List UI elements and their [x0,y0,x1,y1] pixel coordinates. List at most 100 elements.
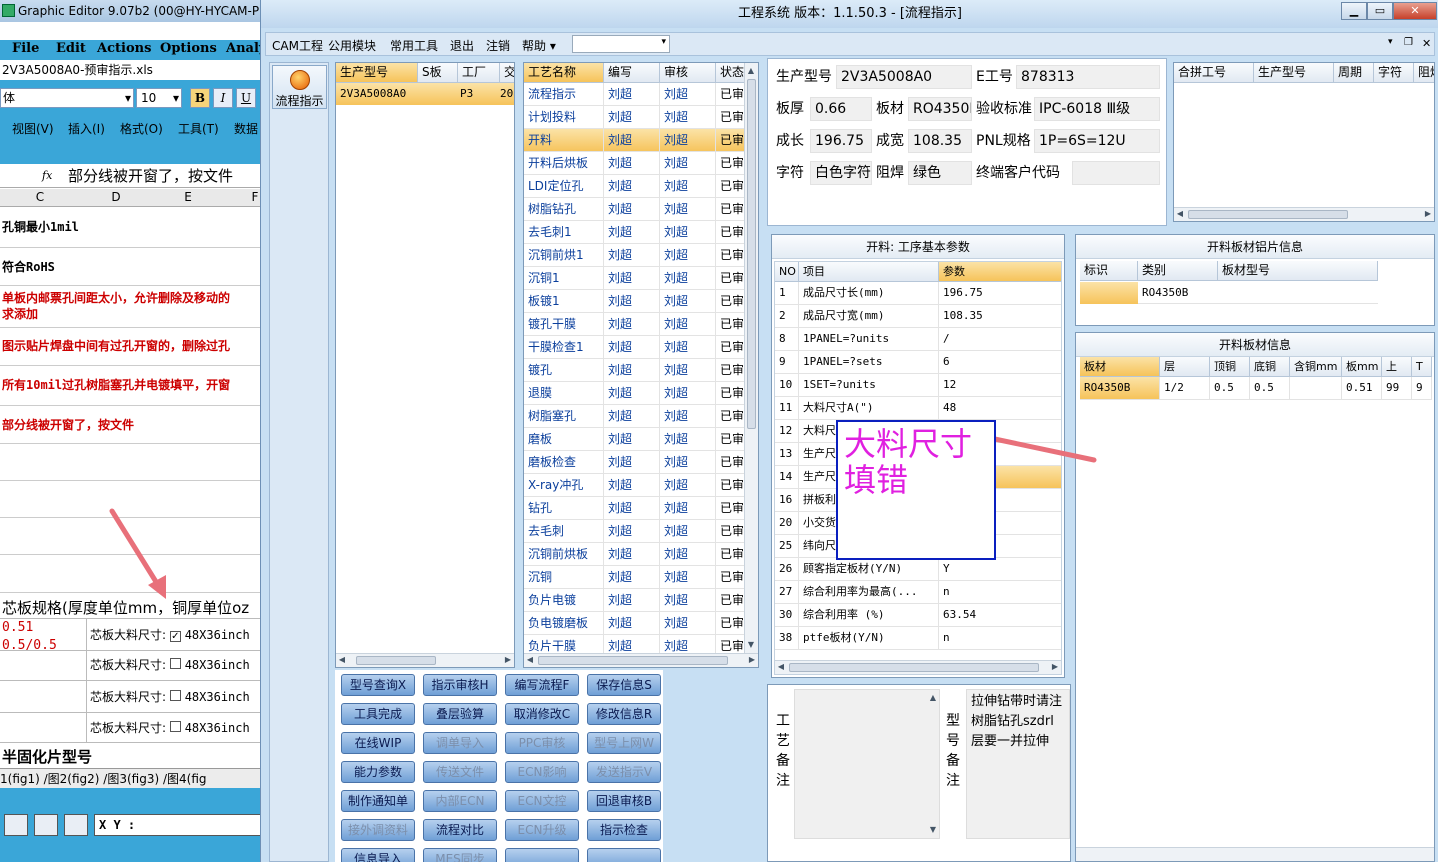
board-col-header[interactable]: 板材 [1080,357,1160,377]
table-row[interactable]: 钻孔 刘超 刘超 已审 [524,497,746,520]
category-cell[interactable]: RO4350B [1138,282,1218,304]
scroll-thumb[interactable] [789,663,1039,672]
scroll-right-icon[interactable]: ▶ [1422,208,1434,220]
board-col-header[interactable]: 上 [1382,357,1412,377]
action-button[interactable]: 取消修改C [505,703,579,725]
category-col-header[interactable]: 类别 [1138,261,1218,281]
scroll-thumb[interactable] [356,656,436,665]
grid-icon[interactable] [64,814,88,836]
board-cell[interactable] [1290,377,1342,400]
scroll-left-icon[interactable]: ◀ [1174,208,1186,220]
menu-edit[interactable]: Edit [56,41,86,56]
e-no-field[interactable]: 878313 [1016,65,1160,89]
scroll-thumb[interactable] [747,79,756,429]
window-titlebar[interactable]: 工程系统 版本：1.1.50.3 - [流程指示] [261,0,1438,28]
delivery-col-header[interactable]: 交 [500,63,514,83]
action-button[interactable]: PPC审核 [505,732,579,754]
column-header-e[interactable]: E [158,190,218,204]
table-row[interactable]: 开料 刘超 刘超 已审 [524,129,746,152]
menu-tools[interactable]: 工具(T) [178,120,219,137]
checkbox[interactable] [169,721,181,732]
s-board-col-header[interactable]: S板 [418,63,458,83]
table-row[interactable]: 负片电镀 刘超 刘超 已审 [524,589,746,612]
measure-icon[interactable] [34,814,58,836]
author-header[interactable]: 编写 [604,63,660,83]
table-row[interactable]: 沉铜1 刘超 刘超 已审 [524,267,746,290]
menu-view[interactable]: 视图(V) [12,120,54,137]
scroll-right-icon[interactable]: ▶ [502,654,514,666]
action-button[interactable]: 内部ECN [423,790,497,812]
close-icon[interactable]: ✕ [1393,2,1437,20]
table-row[interactable]: 退膜 刘超 刘超 已审 [524,382,746,405]
horizontal-scrollbar[interactable]: ◀ ▶ [775,660,1061,674]
table-row[interactable]: 树脂钻孔 刘超 刘超 已审 [524,198,746,221]
param-value-cell[interactable]: / [939,328,1061,351]
param-value-cell[interactable]: Y [939,558,1061,581]
action-button[interactable]: 信息导入 [341,848,415,862]
action-button[interactable]: 在线WIP [341,732,415,754]
table-row[interactable]: 2V3A5008A0 P3 20 [336,83,514,105]
horizontal-scrollbar[interactable]: ◀ ▶ [1174,207,1434,221]
horizontal-scrollbar[interactable] [1076,847,1434,861]
menu-actions[interactable]: Actions [97,41,151,56]
table-row[interactable]: 沉铜前烘板 刘超 刘超 已审 [524,543,746,566]
scroll-up-icon[interactable]: ▲ [745,65,757,77]
scroll-left-icon[interactable]: ◀ [336,654,348,666]
table-row[interactable]: 沉铜前烘1 刘超 刘超 已审 [524,244,746,267]
action-button[interactable]: 回退审核B [587,790,661,812]
action-button[interactable]: 叠层验算 [423,703,497,725]
column-header-f[interactable]: F [240,190,262,204]
board-col-header[interactable]: 底铜 [1250,357,1290,377]
scroll-down-icon[interactable]: ▼ [745,639,757,651]
table-row[interactable]: 磨板检查 刘超 刘超 已审 [524,451,746,474]
board-cell[interactable]: 99 [1382,377,1412,400]
table-row[interactable]: 镀孔 刘超 刘超 已审 [524,359,746,382]
thickness-field[interactable]: 0.66 [810,97,872,121]
param-value-cell[interactable]: 6 [939,351,1061,374]
scroll-left-icon[interactable]: ◀ [524,654,536,666]
model-col-header[interactable]: 生产型号 [336,63,418,83]
formula-bar[interactable]: fx 部分线被开窗了，按文件 [0,164,262,188]
sheet-row[interactable]: 符合RoHS [0,248,262,286]
action-button[interactable]: 发送指示V [587,761,661,783]
table-row[interactable]: 开料后烘板 刘超 刘超 已审 [524,152,746,175]
board-col-header[interactable]: 顶铜 [1210,357,1250,377]
length-field[interactable]: 196.75 [810,129,872,153]
menu-logout[interactable]: 注销 [486,37,510,54]
menu-common-modules[interactable]: 公用模块 [328,37,376,54]
action-button[interactable]: 型号上网W [587,732,661,754]
table-row[interactable]: 负电镀磨板 刘超 刘超 已审 [524,612,746,635]
menu-format[interactable]: 格式(O) [120,120,163,137]
param-value-cell[interactable]: n [939,627,1061,650]
status-header[interactable]: 状态 [716,63,746,83]
menu-combo-select[interactable]: ▾ [572,35,670,53]
mdi-restore-icon[interactable]: ❐ [1404,37,1413,48]
reviewer-header[interactable]: 审核 [660,63,716,83]
scroll-up-icon[interactable]: ▲ [927,692,939,704]
combine-legend-header[interactable]: 字符 [1374,63,1414,83]
sheet-row[interactable]: 单板内邮票孔间距太小，允许删除及移动的 求添加 [0,286,262,328]
action-button[interactable]: 保存信息S [587,674,661,696]
table-row[interactable]: 沉铜 刘超 刘超 已审 [524,566,746,589]
mdi-close-icon[interactable]: ✕ [1422,37,1431,50]
checkbox[interactable] [169,690,181,701]
menu-file[interactable]: File [12,41,39,56]
menu-help[interactable]: 帮助 ▾ [522,37,556,54]
font-size-select[interactable]: 10 ▾ [136,88,182,108]
param-value-cell[interactable]: 108.35 [939,305,1061,328]
combine-model-header[interactable]: 生产型号 [1254,63,1334,83]
table-row[interactable]: 流程指示 刘超 刘超 已审 [524,83,746,106]
pnl-field[interactable]: 1P=6S=12U [1034,129,1160,153]
table-row[interactable]: X-ray冲孔 刘超 刘超 已审 [524,474,746,497]
table-row[interactable]: 去毛刺 刘超 刘超 已审 [524,520,746,543]
value-header[interactable]: 参数 [939,262,1061,282]
combine-mask-header[interactable]: 阻焊 [1414,63,1434,83]
sheet-row[interactable]: 孔铜最小1mil [0,208,262,248]
board-cell[interactable]: 0.5 [1250,377,1290,400]
table-row[interactable]: 树脂塞孔 刘超 刘超 已审 [524,405,746,428]
table-row[interactable]: LDI定位孔 刘超 刘超 已审 [524,175,746,198]
action-button[interactable] [505,848,579,862]
table-row[interactable]: 去毛刺1 刘超 刘超 已审 [524,221,746,244]
action-button[interactable]: 能力参数 [341,761,415,783]
action-button[interactable]: 编写流程F [505,674,579,696]
